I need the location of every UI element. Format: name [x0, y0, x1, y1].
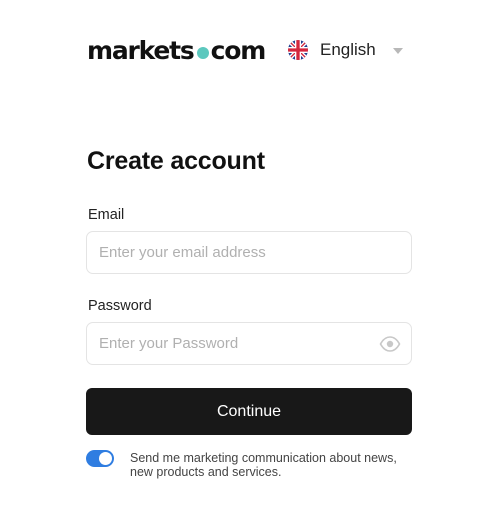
marketing-consent-text: Send me marketing communication about ne… [130, 451, 397, 479]
language-label: English [320, 40, 376, 59]
password-field-container [86, 322, 412, 365]
continue-button[interactable]: Continue [86, 388, 412, 435]
email-label: Email [88, 207, 125, 223]
create-account-page: markets com English Create account Email … [0, 0, 500, 530]
email-field-container [86, 231, 412, 274]
logo-text-right: com [210, 36, 267, 65]
toggle-knob [99, 452, 112, 465]
uk-flag-icon [288, 40, 308, 60]
password-input[interactable] [87, 323, 411, 364]
page-title: Create account [87, 147, 265, 175]
eye-icon[interactable] [379, 334, 401, 354]
logo-dot-icon [196, 47, 209, 59]
chevron-down-icon[interactable] [392, 47, 403, 54]
email-input[interactable] [87, 232, 411, 273]
marketing-toggle[interactable] [86, 450, 114, 467]
markets-com-logo[interactable]: markets com [87, 36, 267, 65]
logo-text-left: markets [87, 36, 195, 65]
password-label: Password [88, 298, 152, 314]
language-selector[interactable]: English [288, 40, 403, 60]
